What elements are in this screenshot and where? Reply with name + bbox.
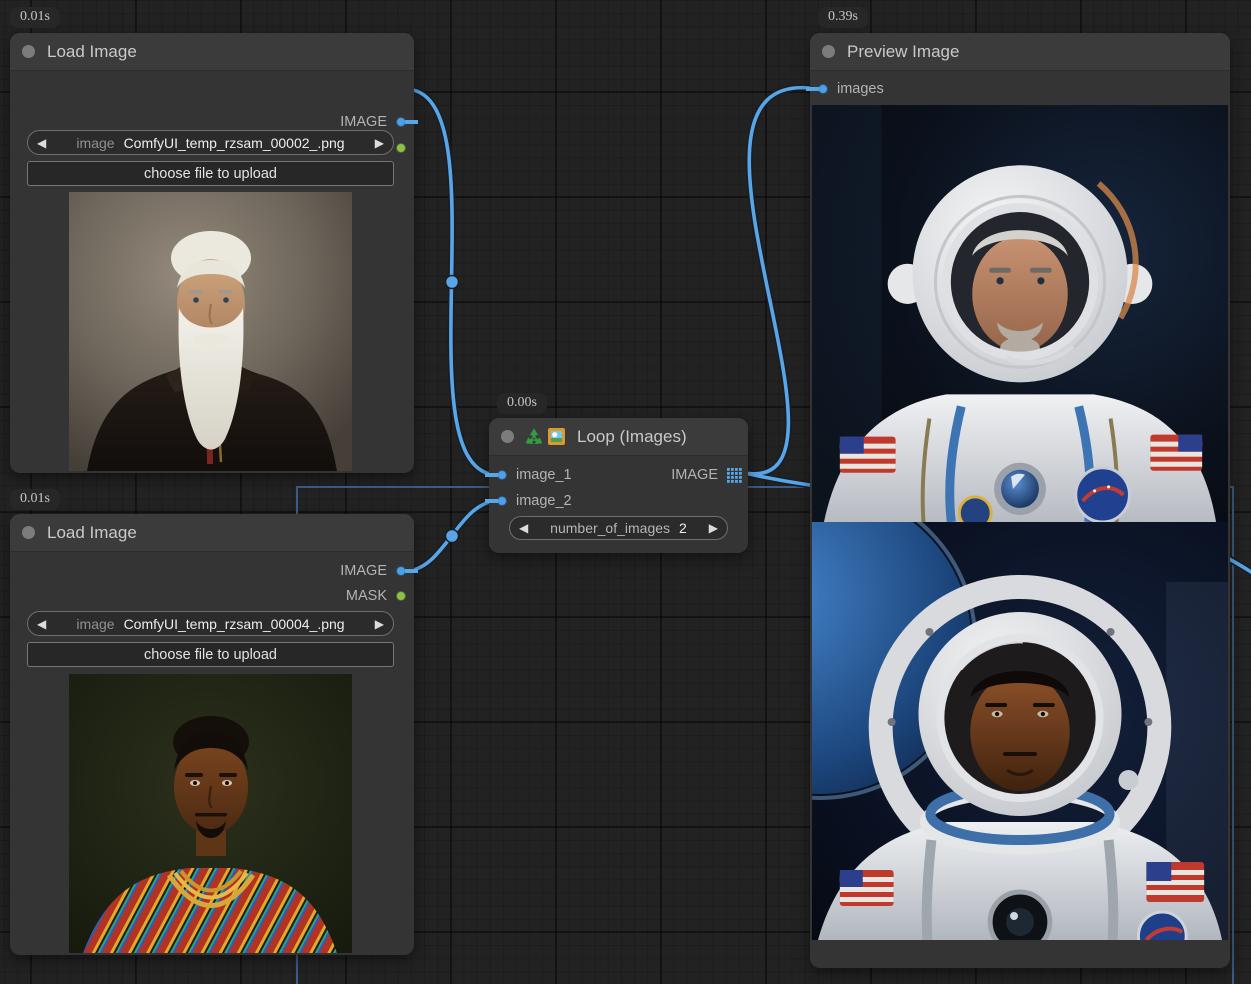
left-arrow-icon[interactable]: ◀ [37, 137, 46, 149]
upload-button[interactable]: choose file to upload [27, 642, 394, 667]
us-flag-patch [1146, 862, 1204, 902]
image-filename-combo[interactable]: ◀ image ComfyUI_temp_rzsam_00004_.png ▶ [27, 611, 394, 636]
node-header[interactable]: Load Image [10, 33, 414, 71]
link-load1-to-loop [405, 89, 498, 475]
output-slot-image[interactable]: IMAGE [340, 114, 414, 130]
link-midpoint-dot [446, 530, 459, 543]
number-of-images-widget[interactable]: ◀ number_of_images 2 ▶ [509, 516, 728, 540]
images-input-dot[interactable] [818, 84, 828, 94]
load-image-node-1[interactable]: Load Image IMAGE MASK ◀ image ComfyUI_te… [10, 33, 414, 473]
loaded-image-preview-kente-man [69, 674, 352, 953]
right-arrow-icon[interactable]: ▶ [709, 522, 718, 534]
grid-output-icon[interactable] [727, 468, 742, 483]
us-flag-patch [1150, 435, 1202, 471]
preview-image-node[interactable]: Preview Image images [810, 33, 1230, 968]
node-header[interactable]: Load Image [10, 514, 414, 552]
node-graph-canvas[interactable]: 0.01s Load Image IMAGE MASK ◀ image Comf… [0, 0, 1251, 984]
node-title: Preview Image [847, 42, 959, 62]
us-flag-patch [840, 437, 896, 473]
image-output-dot[interactable] [396, 117, 406, 127]
node-header[interactable]: Loop (Images) [489, 418, 748, 456]
input-slot-image-2[interactable]: image_2 [489, 493, 572, 509]
link-loop-to-preview [745, 88, 818, 474]
input-slot-images[interactable]: images [810, 81, 884, 97]
input-slot-image-1[interactable]: image_1 [489, 467, 572, 483]
image-output-dot[interactable] [396, 566, 406, 576]
collapse-dot-icon[interactable] [22, 526, 35, 539]
node-header[interactable]: Preview Image [810, 33, 1230, 71]
node-title: Load Image [47, 42, 137, 62]
output-slot-image[interactable]: IMAGE [671, 467, 748, 483]
mask-output-dot[interactable] [396, 591, 406, 601]
link-load2-to-loop [405, 501, 498, 571]
image-1-input-dot[interactable] [497, 470, 507, 480]
right-arrow-icon[interactable]: ▶ [375, 137, 384, 149]
us-flag-patch [840, 870, 894, 906]
image-filename-combo[interactable]: ◀ image ComfyUI_temp_rzsam_00002_.png ▶ [27, 130, 394, 155]
load-image-node-2[interactable]: Load Image IMAGE MASK ◀ image ComfyUI_te… [10, 514, 414, 955]
right-arrow-icon[interactable]: ▶ [375, 618, 384, 630]
image-2-input-dot[interactable] [497, 496, 507, 506]
link-midpoint-dot [446, 276, 459, 289]
framed-picture-icon [548, 428, 565, 445]
collapse-dot-icon[interactable] [22, 45, 35, 58]
output-slot-mask[interactable]: MASK [346, 588, 414, 604]
preview-image-astronaut-1 [812, 105, 1228, 522]
execution-time-badge: 0.01s [10, 7, 60, 28]
execution-time-badge: 0.01s [10, 489, 60, 510]
left-arrow-icon[interactable]: ◀ [37, 618, 46, 630]
node-title: Load Image [47, 523, 137, 543]
loop-images-node[interactable]: Loop (Images) image_1 image_2 IMAGE ◀ [489, 418, 748, 553]
preview-image-astronaut-2 [812, 522, 1228, 940]
left-arrow-icon[interactable]: ◀ [519, 522, 528, 534]
mask-output-dot[interactable] [396, 143, 406, 153]
loaded-image-preview-old-man [69, 192, 352, 471]
collapse-dot-icon[interactable] [822, 45, 835, 58]
execution-time-badge: 0.00s [497, 393, 547, 414]
output-slot-image[interactable]: IMAGE [340, 563, 414, 579]
upload-button[interactable]: choose file to upload [27, 161, 394, 186]
execution-time-badge: 0.39s [818, 7, 868, 28]
node-title: Loop (Images) [577, 427, 687, 447]
recycle-icon [524, 427, 544, 447]
collapse-dot-icon[interactable] [501, 430, 514, 443]
